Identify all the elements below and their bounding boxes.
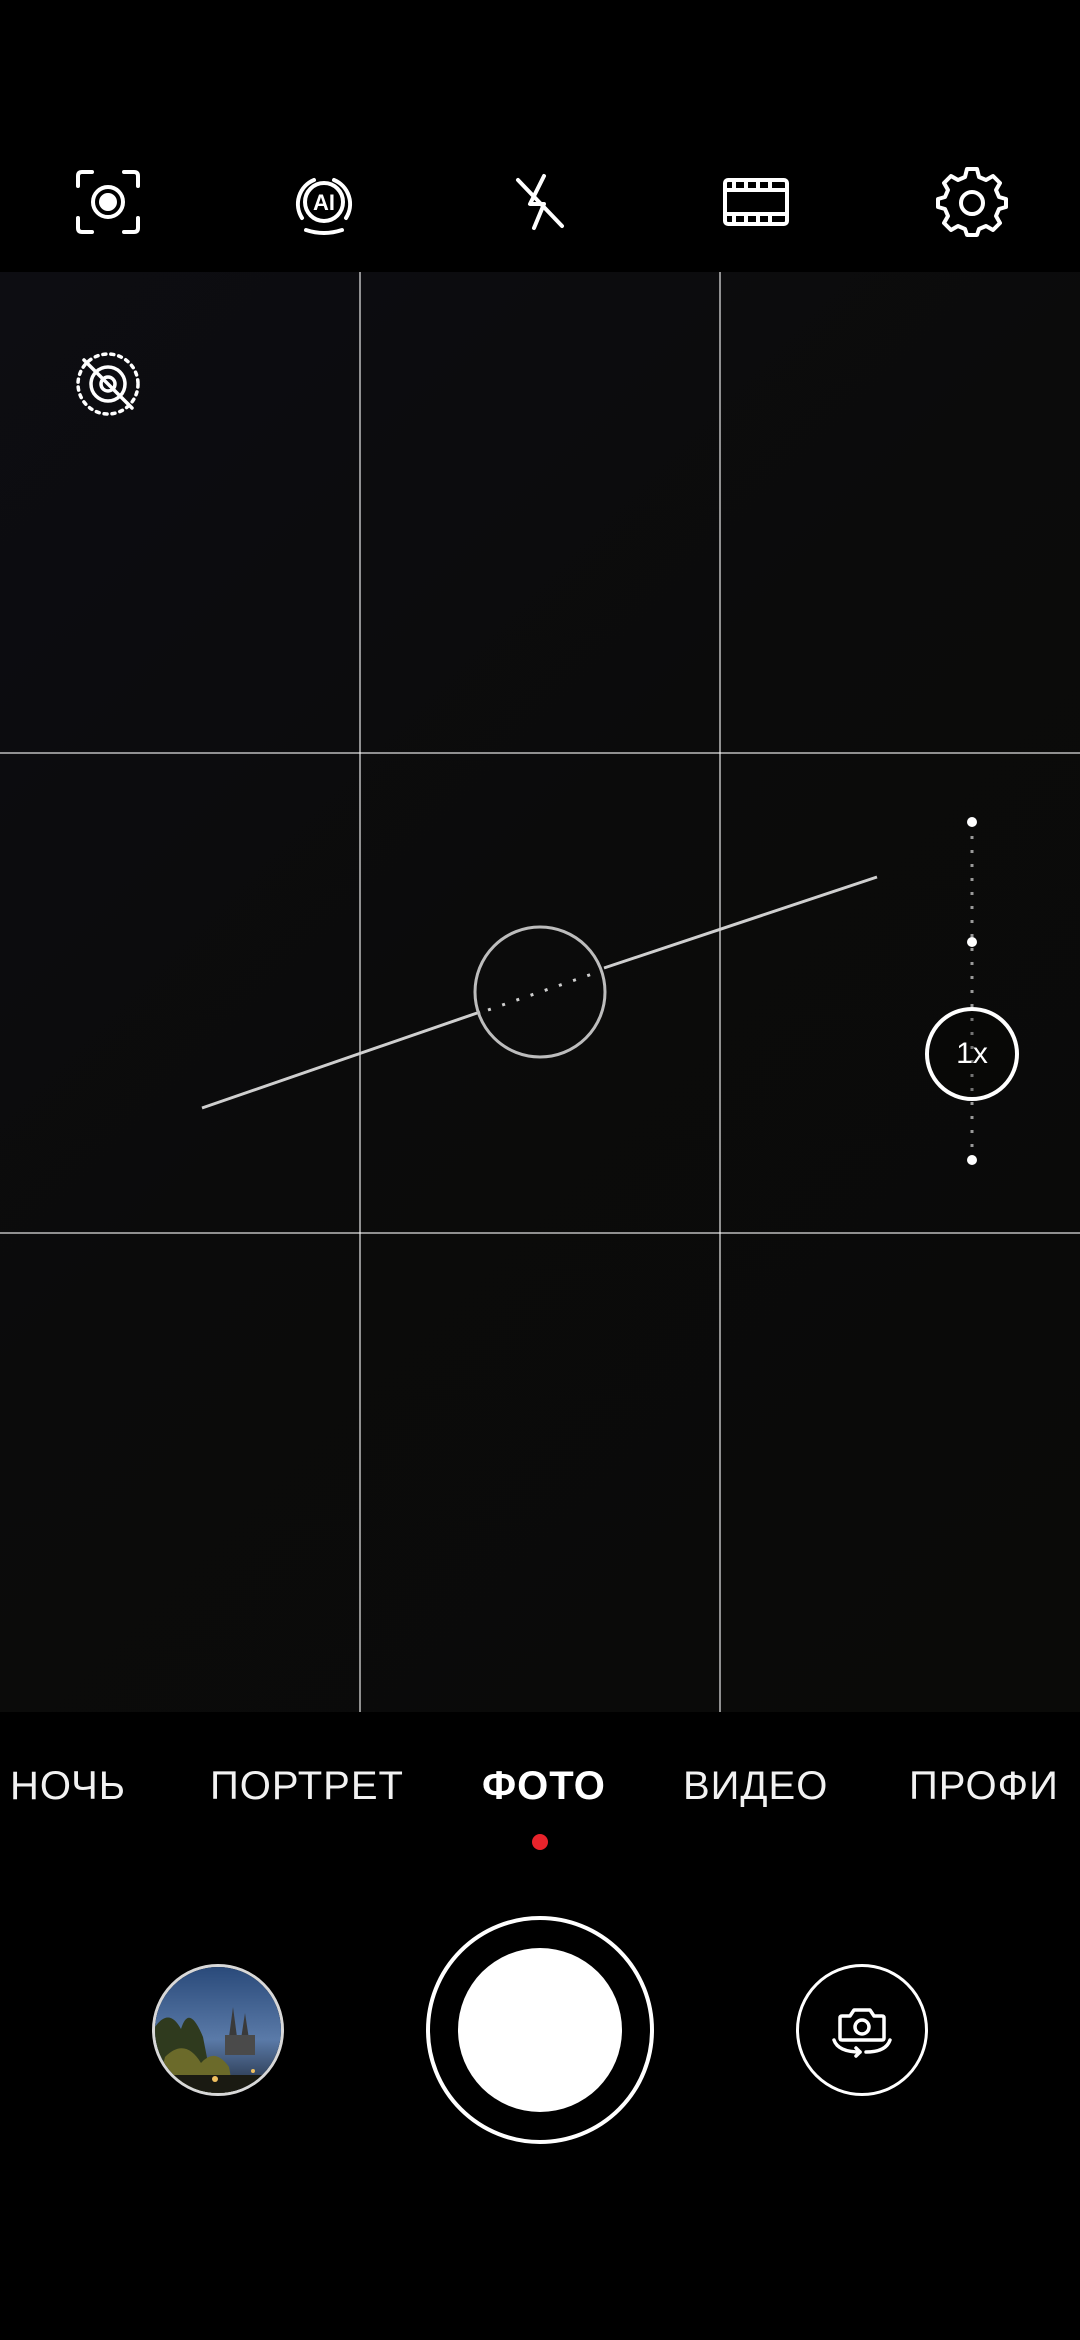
focus-icon <box>76 170 140 234</box>
zoom-stop-dot <box>967 937 977 947</box>
mode-pro[interactable]: ПРОФИ <box>909 1764 1059 1809</box>
shutter-inner <box>458 1948 622 2112</box>
focus-mode-button[interactable] <box>66 160 150 244</box>
level-indicator <box>201 875 878 1110</box>
switch-camera-button[interactable] <box>796 1964 928 2096</box>
svg-text:AI: AI <box>313 190 335 215</box>
mode-video[interactable]: ВИДЕО <box>683 1764 828 1809</box>
flash-button[interactable] <box>498 160 582 244</box>
settings-button[interactable] <box>930 160 1014 244</box>
zoom-stop-dot <box>967 817 977 827</box>
aspect-ratio-button[interactable] <box>714 160 798 244</box>
ai-button[interactable]: AI <box>282 160 366 244</box>
gallery-thumbnail-image <box>155 1967 281 2093</box>
shutter-button[interactable] <box>426 1916 654 2144</box>
zoom-level-label: 1x <box>956 1037 988 1070</box>
mode-night[interactable]: НОЧЬ <box>10 1764 126 1809</box>
gallery-thumbnail[interactable] <box>152 1964 284 2096</box>
zoom-track[interactable] <box>950 802 994 1182</box>
top-toolbar: AI <box>0 0 1080 272</box>
zoom-stop-dot <box>967 1155 977 1165</box>
zoom-level-button[interactable]: 1x <box>925 1007 1019 1101</box>
mode-selector[interactable]: НОЧЬ ПОРТРЕТ ФОТО ВИДЕО ПРОФИ <box>0 1712 1080 1872</box>
ai-icon: AI <box>295 178 353 235</box>
switch-camera-icon <box>832 2008 892 2058</box>
active-mode-indicator <box>532 1834 548 1850</box>
gear-icon <box>936 167 1008 237</box>
mode-photo[interactable]: ФОТО <box>482 1764 606 1809</box>
viewfinder[interactable]: 1x <box>0 272 1080 1712</box>
aspect-ratio-icon <box>723 178 789 226</box>
flash-off-icon <box>516 174 564 230</box>
mode-portrait[interactable]: ПОРТРЕТ <box>210 1764 404 1809</box>
hdr-off-icon[interactable] <box>70 346 146 422</box>
